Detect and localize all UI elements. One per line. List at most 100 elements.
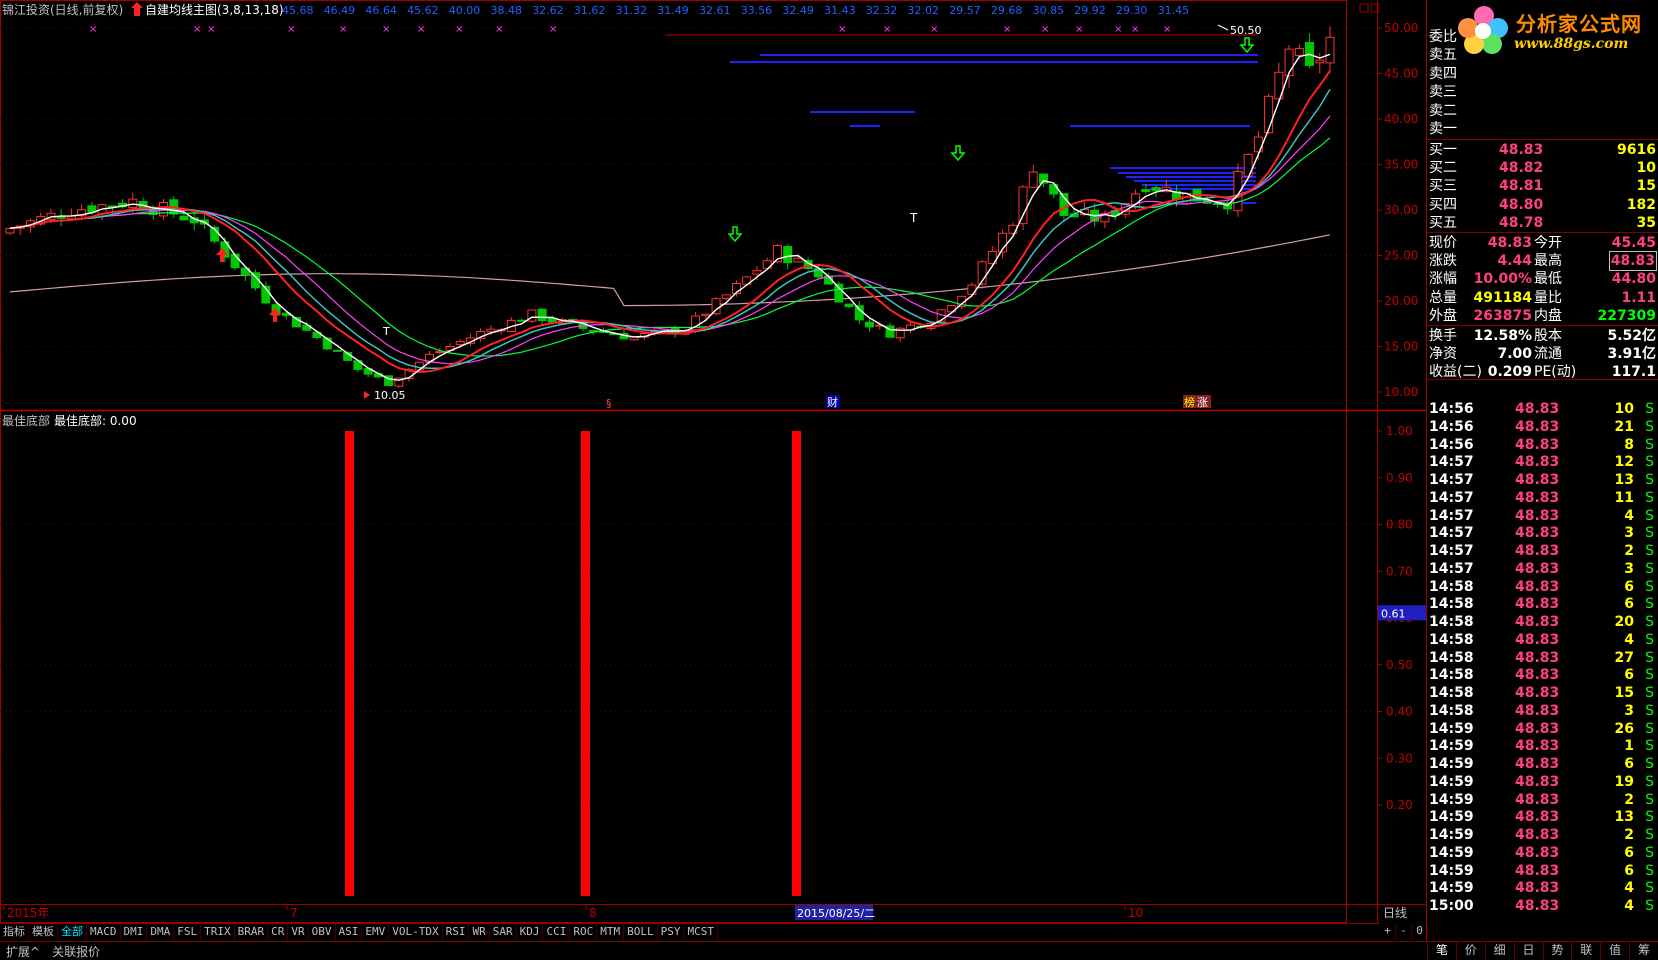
ma-value: 32.02 [908,4,940,17]
tick-flag: S [1645,827,1654,843]
side-tab[interactable]: 联 [1571,941,1600,960]
tick-volume: 3 [1624,702,1634,719]
chart-canvas[interactable]: 50.00 45.00 40.00 35.00 30.00 25.00 20.00 15.00… [0,0,1658,960]
indicator-tab[interactable]: EMV [362,924,390,940]
tick-price: 48.83 [1515,543,1560,559]
indicator-tab[interactable]: MTM [597,924,625,940]
indicator-tab[interactable]: CR [268,924,289,940]
buy-row[interactable]: 买一 48.83 9616 [1427,141,1658,159]
tab-control-button[interactable]: 0 [1412,923,1428,939]
sell-row[interactable]: 卖一 [1427,120,1658,138]
indicator-tab[interactable]: VOL-TDX [389,924,443,940]
indicator-tab[interactable]: MACD [87,924,121,940]
buy-label: 买四 [1429,196,1457,213]
tick-row: 14:57 48.83 2 S [1427,542,1658,560]
quote-row: 换手 12.58% 股本 5.52亿 [1427,327,1658,345]
sub-axis-label: 0.70 [1386,564,1413,578]
tick-time: 14:57 [1429,472,1474,488]
tick-volume: 3 [1624,525,1634,542]
indicator-tab[interactable]: DMA [147,924,175,940]
side-tab[interactable]: 筹 [1629,941,1658,960]
tick-flag: S [1645,862,1654,879]
sell-row[interactable]: 卖五 [1427,46,1658,64]
indicator-tab[interactable]: ASI [336,924,363,940]
tick-flag: S [1645,436,1654,453]
side-tab[interactable]: 细 [1484,941,1514,960]
tick-volume: 26 [1614,720,1634,737]
sell-row[interactable]: 卖三 [1427,83,1658,101]
indicator-tab[interactable]: PSY [658,924,685,940]
tick-flag: S [1645,898,1654,914]
ma-value: 40.00 [449,4,481,17]
tab-control-button[interactable]: - [1396,923,1412,939]
divider [1427,232,1658,233]
ma-value: 32.32 [866,4,898,17]
price-axis-label: 35.00 [1384,158,1418,172]
indicator-tab[interactable]: FSL [174,924,202,940]
indicator-tab[interactable]: 全部 [58,924,87,940]
indicator-tab[interactable]: BOLL [624,924,658,940]
tick-flag: S [1645,543,1654,559]
indicator-tab[interactable]: KDJ [517,924,544,940]
price-axis-label: 15.00 [1384,340,1418,354]
sub-axis-label: 0.30 [1386,751,1413,765]
sell-row[interactable]: 卖四 [1427,65,1658,83]
bottom-signal-bar [581,431,590,896]
indicator-tab[interactable]: RSI [443,924,470,940]
tick-row: 14:57 48.83 3 S [1427,560,1658,578]
side-tab[interactable]: 笔 [1427,941,1456,960]
price-axis-label: 25.00 [1384,249,1418,263]
tick-row: 14:58 48.83 6 S [1427,666,1658,684]
sell-arrow-icon [727,226,743,243]
sell-row[interactable]: 卖二 [1427,102,1658,120]
candle-body [1028,171,1038,188]
x-marker-icon: × [883,24,891,35]
tick-flag: S [1645,880,1654,897]
candle-body [1294,47,1304,56]
related-quote-button[interactable]: 关联报价 [46,943,106,960]
indicator-tab[interactable]: OBV [309,924,336,940]
quote-value: 3.91亿 [1607,346,1656,363]
side-tab[interactable]: 势 [1542,941,1572,960]
buy-row[interactable]: 买三 48.81 15 [1427,177,1658,195]
quote-label: 涨跌 [1429,253,1457,270]
tick-volume: 19 [1614,773,1634,790]
indicator-tab[interactable]: 模板 [29,924,58,940]
tick-volume: 15 [1614,685,1634,701]
indicator-tab[interactable]: 指标 [0,924,29,940]
side-tab[interactable]: 值 [1600,941,1629,960]
indicator-tab[interactable]: CCI [543,924,571,940]
buy-row[interactable]: 买二 48.82 10 [1427,159,1658,177]
indicator-tab[interactable]: TRIX [201,924,235,940]
buy-price: 48.81 [1499,178,1544,195]
side-tab[interactable]: 日 [1513,941,1543,960]
tick-time: 14:57 [1429,489,1474,506]
quote-label: 内盘 [1534,307,1562,324]
indicator-tab[interactable]: MCST [684,924,718,940]
buy-label: 买二 [1429,160,1457,177]
expand-button[interactable]: 扩展^ [0,943,46,960]
tick-row: 14:56 48.83 21 S [1427,418,1658,436]
buy-row[interactable]: 买五 48.78 35 [1427,214,1658,232]
buy-label: 买五 [1429,214,1457,231]
side-tab[interactable]: 价 [1455,941,1485,960]
quote-label: 最高 [1534,253,1562,270]
tick-time: 14:57 [1429,543,1474,559]
tick-time: 14:58 [1429,685,1474,701]
tab-control-button[interactable]: + [1380,923,1396,939]
indicator-tab[interactable]: SAR [490,924,517,940]
quote-value: 5.52亿 [1607,328,1656,344]
candle-body [783,246,793,264]
indicator-tab[interactable]: WR [469,924,490,940]
tick-flag: S [1645,738,1654,755]
tick-flag: S [1645,525,1654,542]
side-tab-bar: 笔价细日势联值筹 [1427,941,1658,960]
buy-row[interactable]: 买四 48.80 182 [1427,196,1658,214]
tick-volume: 13 [1614,472,1634,488]
indicator-tab[interactable]: DMI [121,924,148,940]
indicator-tab[interactable]: VR [288,924,309,940]
minimize-icon[interactable] [1359,3,1369,13]
x-marker-icon: × [1114,24,1122,35]
indicator-tab[interactable]: BRAR [235,924,269,940]
indicator-tab[interactable]: ROC [570,924,598,940]
